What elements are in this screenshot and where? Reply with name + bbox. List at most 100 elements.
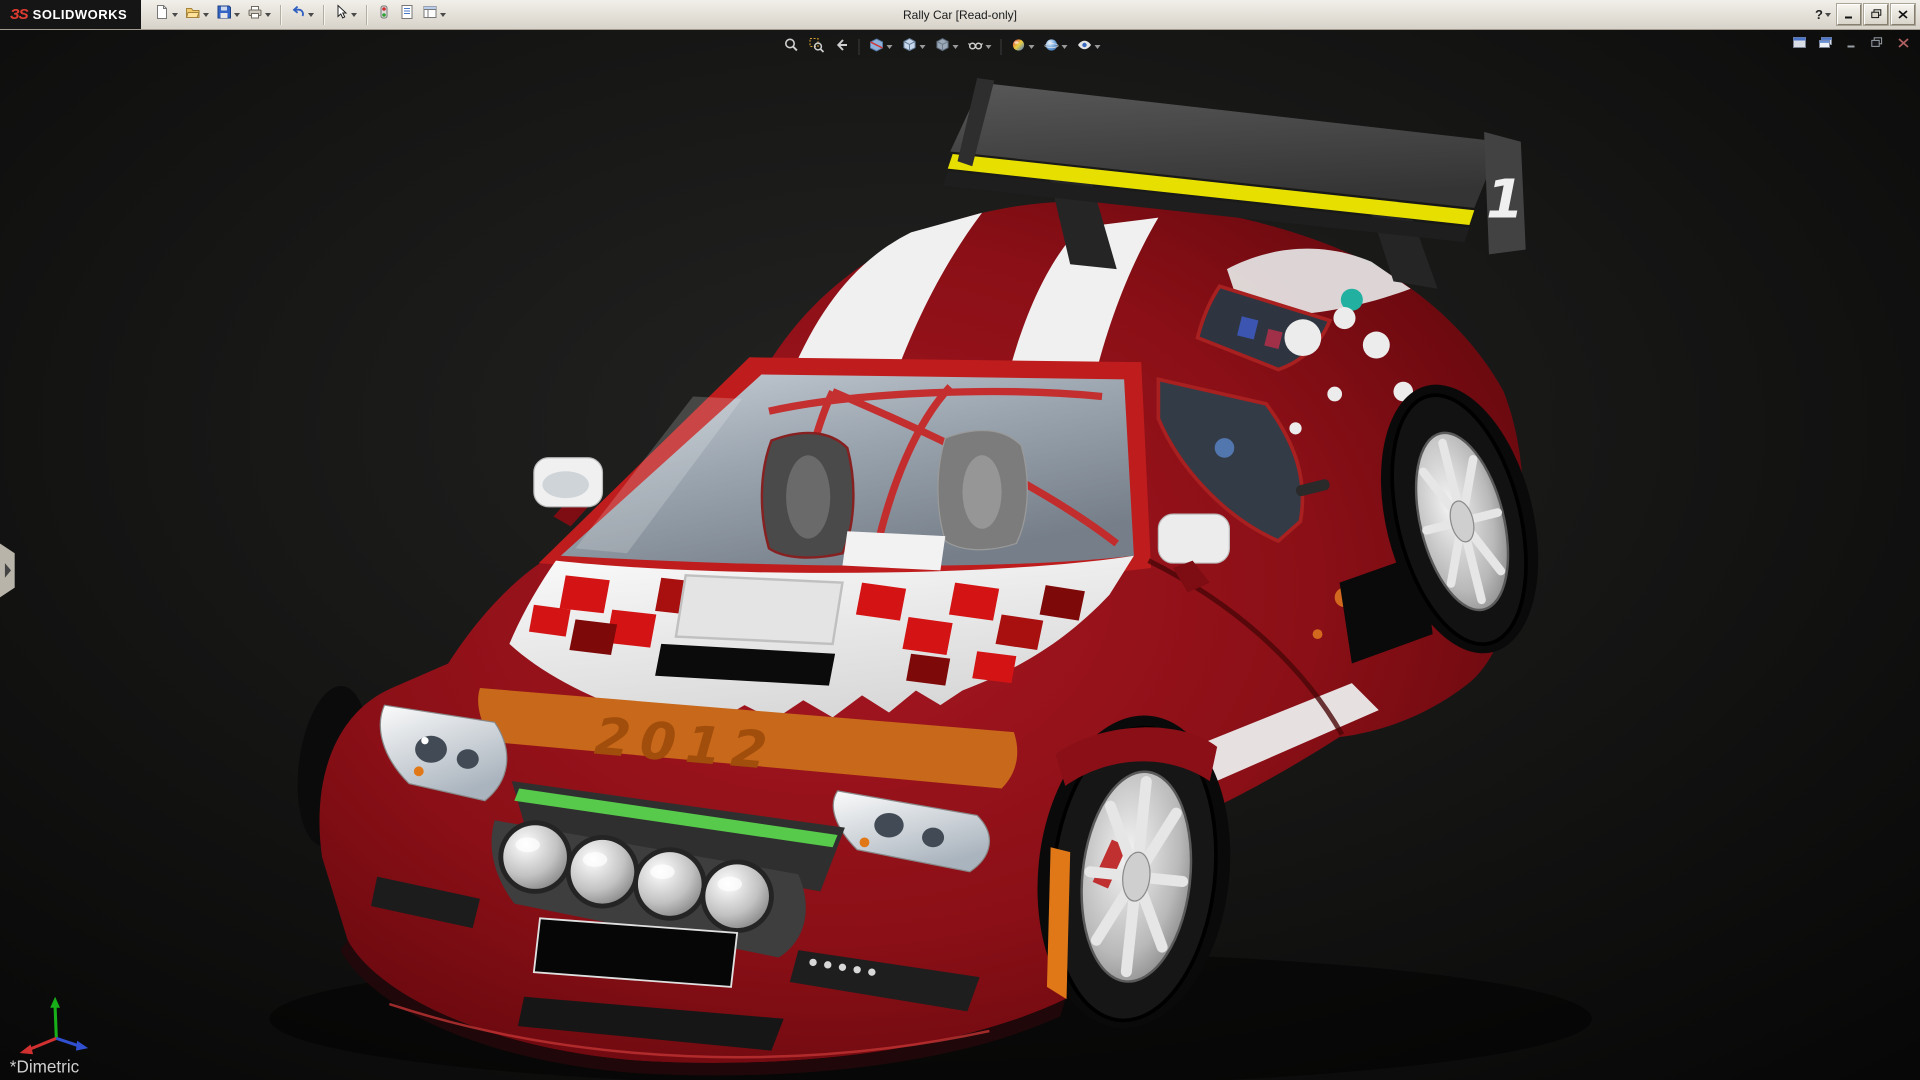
- options-button[interactable]: [419, 2, 449, 28]
- save-button[interactable]: [213, 2, 243, 28]
- hood-scoop-frame: [676, 575, 843, 644]
- rebuild-button[interactable]: [373, 2, 395, 28]
- dropdown-caret-icon[interactable]: [265, 13, 271, 17]
- mud-flap-orange: [1047, 847, 1070, 999]
- window-tile-icon: [1793, 35, 1806, 53]
- headsup-view-toolbar: [780, 34, 1105, 60]
- rebuild-traffic-icon: [376, 4, 392, 25]
- view-settings-eye-icon: [1077, 37, 1093, 58]
- mirror-left-face: [542, 471, 589, 498]
- help-label: ?: [1815, 7, 1823, 22]
- solidworks-logo-mark-icon: ЗS: [10, 6, 28, 23]
- main-toolbar: [151, 2, 449, 28]
- dropdown-caret-icon[interactable]: [920, 45, 926, 49]
- display-style-button[interactable]: [931, 34, 963, 60]
- wing-number-text: 1: [1486, 168, 1523, 231]
- undo-button[interactable]: [287, 2, 317, 28]
- dropdown-caret-icon[interactable]: [1825, 13, 1831, 17]
- document-window-controls: [1790, 35, 1912, 53]
- close-button[interactable]: [1891, 4, 1915, 25]
- window-title: Rally Car [Read-only]: [903, 0, 1017, 29]
- edit-appearance-ball-icon: [1011, 37, 1027, 58]
- title-bar: ЗS SOLIDWORKS: [0, 0, 1920, 30]
- orientation-label: *Dimetric: [10, 1057, 80, 1077]
- dropdown-caret-icon[interactable]: [953, 45, 959, 49]
- open-button[interactable]: [182, 2, 212, 28]
- restore-icon: [1871, 35, 1883, 53]
- close-icon: [1898, 35, 1909, 53]
- close-document-button[interactable]: [1894, 35, 1912, 53]
- dropdown-caret-icon[interactable]: [1095, 45, 1101, 49]
- options-form-icon: [422, 4, 438, 25]
- dropdown-caret-icon[interactable]: [1029, 45, 1035, 49]
- apply-scene-button[interactable]: [1040, 34, 1072, 60]
- model-canvas[interactable]: 2012: [0, 29, 1920, 1080]
- file-properties-icon: [399, 4, 415, 25]
- restore-button[interactable]: [1864, 4, 1888, 25]
- dropdown-caret-icon[interactable]: [234, 13, 240, 17]
- undo-arrow-icon: [290, 4, 306, 25]
- dash-card: [842, 531, 945, 570]
- select-button[interactable]: [330, 2, 360, 28]
- seat-pad: [786, 455, 830, 538]
- print-button[interactable]: [244, 2, 274, 28]
- panel-collapse-tab[interactable]: [0, 543, 15, 597]
- select-cursor-icon: [333, 4, 349, 25]
- hide-show-glasses-icon: [968, 37, 984, 58]
- indicator: [414, 766, 424, 776]
- zoom-to-fit-icon: [784, 37, 800, 58]
- projector: [415, 736, 447, 763]
- dropdown-caret-icon[interactable]: [440, 13, 446, 17]
- toolbar-separator: [859, 39, 860, 55]
- dropdown-caret-icon[interactable]: [1062, 45, 1068, 49]
- orientation-triad: [20, 997, 89, 1055]
- highlight: [421, 737, 428, 744]
- view-orientation-button[interactable]: [898, 34, 930, 60]
- view-settings-button[interactable]: [1073, 34, 1105, 60]
- file-properties-button[interactable]: [396, 2, 418, 28]
- new-document-icon: [154, 4, 170, 25]
- restore-group-button[interactable]: [1790, 35, 1808, 53]
- section-view-button[interactable]: [865, 34, 897, 60]
- dropdown-caret-icon[interactable]: [172, 13, 178, 17]
- zoom-to-fit-button[interactable]: [780, 34, 804, 60]
- toolbar-separator: [366, 5, 367, 25]
- display-style-icon: [935, 37, 951, 58]
- section-view-icon: [869, 37, 885, 58]
- solidworks-logo: ЗS SOLIDWORKS: [0, 0, 141, 29]
- minimize-icon: [1846, 35, 1857, 53]
- hide-show-items-button[interactable]: [964, 34, 996, 60]
- projector: [874, 813, 903, 837]
- dropdown-caret-icon[interactable]: [203, 13, 209, 17]
- minimize-document-button[interactable]: [1842, 35, 1860, 53]
- close-icon: [1898, 6, 1908, 24]
- help-button[interactable]: ?: [1812, 7, 1834, 22]
- toolbar-separator: [1001, 39, 1002, 55]
- minimize-icon: [1844, 6, 1854, 24]
- toolbar-separator: [323, 5, 324, 25]
- projector: [457, 749, 479, 769]
- save-floppy-icon: [216, 4, 232, 25]
- minimize-button[interactable]: [1837, 4, 1861, 25]
- zoom-to-area-button[interactable]: [805, 34, 829, 60]
- restore-document-button[interactable]: [1868, 35, 1886, 53]
- dropdown-caret-icon[interactable]: [986, 45, 992, 49]
- dropdown-caret-icon[interactable]: [308, 13, 314, 17]
- window-new-icon: [1819, 35, 1832, 53]
- new-window-button[interactable]: [1816, 35, 1834, 53]
- new-document-button[interactable]: [151, 2, 181, 28]
- mirror-right: [1158, 514, 1229, 563]
- brand-label: SOLIDWORKS: [33, 7, 128, 22]
- restore-icon: [1871, 6, 1882, 24]
- edit-appearance-button[interactable]: [1007, 34, 1039, 60]
- dropdown-caret-icon[interactable]: [351, 13, 357, 17]
- graphics-viewport[interactable]: 2012: [0, 29, 1920, 1080]
- rally-car-model: 2012: [289, 78, 1564, 1076]
- indicator: [860, 837, 870, 847]
- previous-view-button[interactable]: [830, 34, 854, 60]
- window-controls: ?: [1812, 4, 1920, 25]
- dropdown-caret-icon[interactable]: [887, 45, 893, 49]
- seat-pad: [962, 455, 1001, 528]
- view-orientation-cube-icon: [902, 37, 918, 58]
- interior-hint: [1215, 438, 1235, 458]
